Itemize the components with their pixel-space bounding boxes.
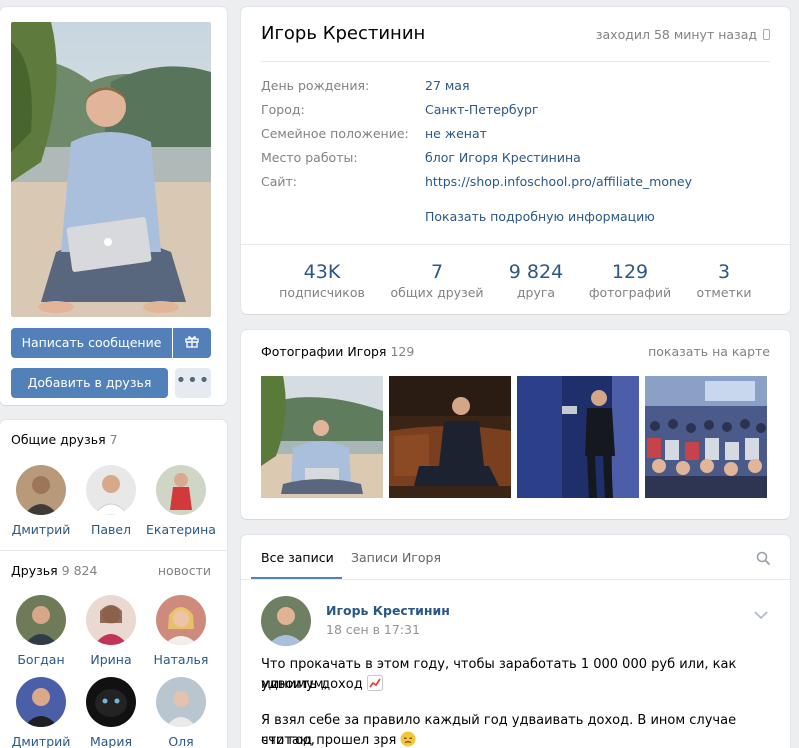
disappointed-face-icon <box>400 731 416 748</box>
friend-name: Ирина <box>90 652 132 667</box>
stat-value: 3 <box>717 261 731 283</box>
write-message-button[interactable]: Написать сообщение <box>11 328 172 358</box>
stat-label: отметки <box>696 285 752 300</box>
divider <box>261 61 770 62</box>
friend-item[interactable]: Богдан <box>6 595 76 667</box>
chart-increasing-icon <box>366 675 383 698</box>
mutual-friend-item[interactable]: Павел <box>76 465 146 537</box>
divider <box>0 550 227 551</box>
more-actions-button[interactable]: ••• <box>175 368 211 398</box>
info-label: Сайт: <box>261 174 298 189</box>
work-link[interactable]: блог Игоря Крестинина <box>425 150 581 165</box>
avatar <box>156 677 206 727</box>
info-label: Семейное положение: <box>261 126 409 141</box>
avatar <box>156 595 206 645</box>
post-text-line: что год прошел зря <box>261 731 776 748</box>
info-label: Место работы: <box>261 150 358 165</box>
site-link[interactable]: https://shop.infoschool.pro/affiliate_mo… <box>425 174 692 189</box>
search-icon[interactable] <box>756 551 770 568</box>
mutual-friend-item[interactable]: Екатерина <box>146 465 216 537</box>
stat-followers[interactable]: 43K подписчиков <box>267 261 377 300</box>
friend-item[interactable]: Оля <box>146 677 216 748</box>
post-date[interactable]: 18 сен в 17:31 <box>326 622 420 637</box>
friend-name: Екатерина <box>146 522 216 537</box>
stat-label: подписчиков <box>279 285 365 300</box>
friend-name: Мария <box>89 734 133 748</box>
stat-label: общих друзей <box>390 285 484 300</box>
mutual-friends-header[interactable]: Общие друзья 7 <box>11 432 118 447</box>
post-text-line: удвоить доход <box>261 675 776 698</box>
add-friend-button[interactable]: Добавить в друзья <box>11 368 168 398</box>
city-link[interactable]: Санкт-Петербург <box>425 102 539 117</box>
friend-name: Дмитрий <box>11 734 71 748</box>
friend-name: Богдан <box>17 652 65 667</box>
birthday-link[interactable]: 27 мая <box>425 78 470 93</box>
post-author-avatar[interactable] <box>261 596 311 646</box>
gift-icon <box>185 329 199 359</box>
avatar-card: Написать сообщение Добавить в друзья ••• <box>0 7 227 405</box>
wall-card: Все записи Записи Игоря Игорь Крестинин … <box>241 535 790 748</box>
post-author-name[interactable]: Игорь Крестинин <box>326 603 450 618</box>
friend-item[interactable]: Ирина <box>76 595 146 667</box>
avatar <box>156 465 206 515</box>
divider <box>241 579 790 580</box>
show-on-map-link[interactable]: показать на карте <box>648 344 770 359</box>
show-details-link[interactable]: Показать подробную информацию <box>425 209 655 224</box>
photo-thumbnail[interactable] <box>261 376 383 498</box>
friend-name: Павел <box>90 522 132 537</box>
mutual-friends-count: 7 <box>109 432 118 447</box>
stat-value: 7 <box>430 261 444 283</box>
gift-button[interactable] <box>173 328 211 358</box>
profile-info-card: Игорь Крестинин заходил 58 минут назад Д… <box>241 7 790 314</box>
avatar <box>16 677 66 727</box>
relationship-link[interactable]: не женат <box>425 126 487 141</box>
mobile-phone-icon <box>763 29 770 40</box>
mutual-friend-item[interactable]: Дмитрий <box>6 465 76 537</box>
stat-mutual-friends[interactable]: 7 общих друзей <box>382 261 492 300</box>
photos-count: 129 <box>390 344 415 359</box>
photos-card: Фотографии Игоря 129 показать на карте <box>241 330 790 519</box>
chevron-down-icon[interactable] <box>754 607 768 622</box>
friend-name: Дмитрий <box>11 522 71 537</box>
stat-tags[interactable]: 3 отметки <box>669 261 779 300</box>
friends-news-link[interactable]: новости <box>158 563 211 578</box>
friends-title: Друзья <box>11 563 58 578</box>
friend-name: Оля <box>168 734 194 748</box>
info-label: Город: <box>261 102 305 117</box>
tab-own-posts[interactable]: Записи Игоря <box>351 550 441 565</box>
friend-item[interactable]: Наталья <box>146 595 216 667</box>
friends-count: 9 824 <box>61 563 98 578</box>
post-text-fragment: что год прошел зря <box>261 733 397 748</box>
avatar <box>16 595 66 645</box>
photos-title: Фотографии Игоря <box>261 344 387 359</box>
photo-thumbnail[interactable] <box>389 376 511 498</box>
post-text-fragment: удвоить доход <box>261 677 363 692</box>
photo-thumbnail[interactable] <box>645 376 767 498</box>
mutual-friends-title: Общие друзья <box>11 432 106 447</box>
profile-name: Игорь Крестинин <box>261 23 426 44</box>
avatar <box>86 465 136 515</box>
stat-value: 43K <box>303 261 341 283</box>
friend-item[interactable]: Дмитрий <box>6 677 76 748</box>
friends-header[interactable]: Друзья 9 824 <box>11 563 97 578</box>
friends-card: Общие друзья 7 Дмитрий Павел Екатерина Др… <box>0 420 227 748</box>
tab-all-posts[interactable]: Все записи <box>261 550 334 565</box>
avatar <box>86 595 136 645</box>
avatar <box>86 677 136 727</box>
profile-photo[interactable] <box>11 22 211 317</box>
photos-header[interactable]: Фотографии Игоря 129 <box>261 344 414 359</box>
last-seen-text: заходил 58 минут назад <box>595 27 757 42</box>
last-seen-status: заходил 58 минут назад <box>596 27 770 42</box>
friend-name: Наталья <box>153 652 209 667</box>
info-label: День рождения: <box>261 78 370 93</box>
divider <box>241 244 790 245</box>
friend-item[interactable]: Мария <box>76 677 146 748</box>
photo-thumbnail[interactable] <box>517 376 639 498</box>
avatar <box>16 465 66 515</box>
